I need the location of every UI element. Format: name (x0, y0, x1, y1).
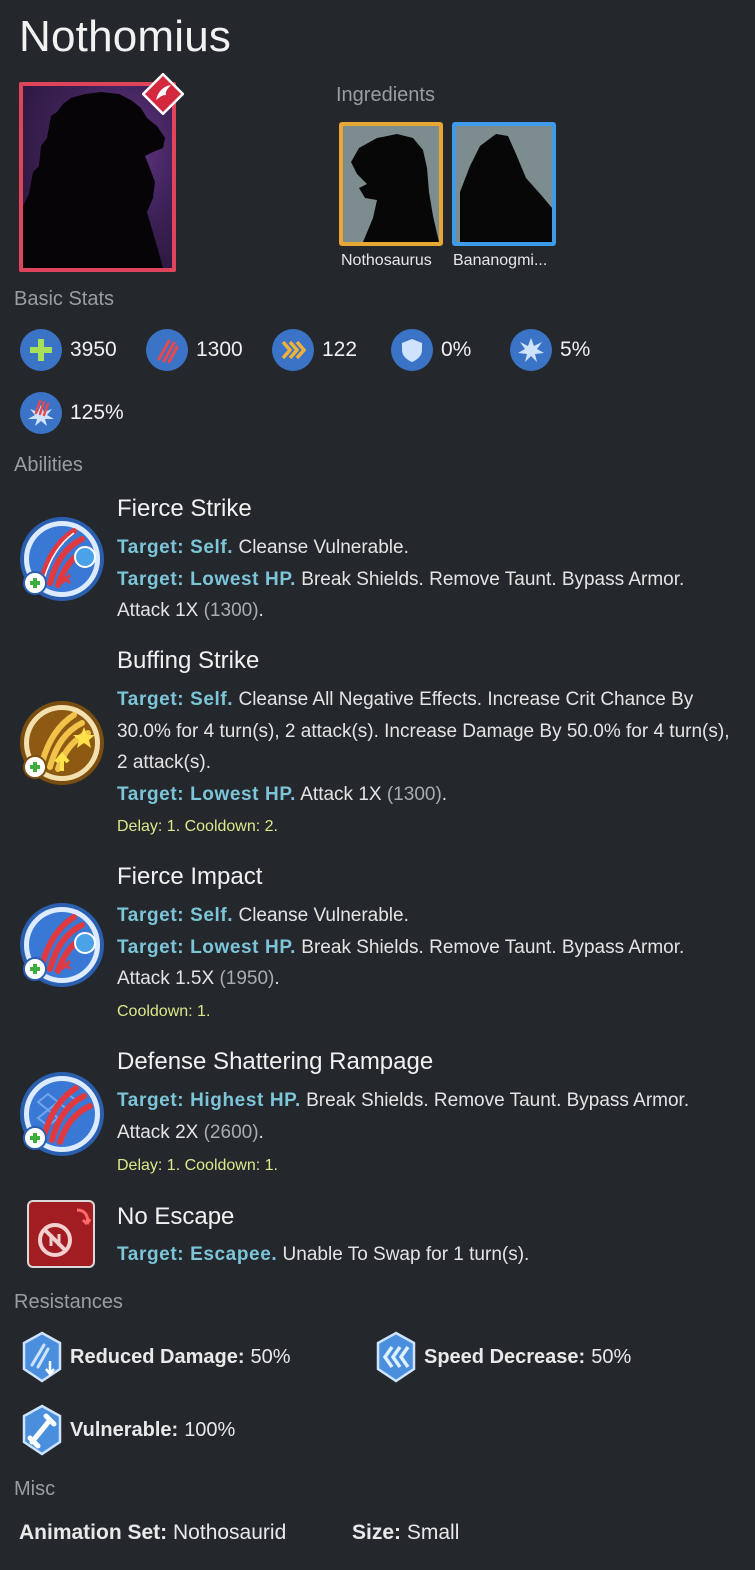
ability-effect-end: . (441, 783, 448, 805)
misc-label: Animation Set: (19, 1521, 174, 1544)
no-escape-icon[interactable] (27, 1200, 95, 1268)
stat-value: 3950 (70, 338, 117, 361)
basic-stats-heading: Basic Stats (14, 288, 115, 310)
resistances-heading: Resistances (14, 1291, 123, 1313)
resistance-value: 50% (250, 1345, 291, 1368)
ability-effect: Unable To Swap for 1 turn(s). (277, 1244, 530, 1265)
ability-name: Buffing Strike (117, 647, 260, 674)
ability-name: Fierce Strike (117, 495, 252, 522)
ability-effect: Cleanse Vulnerable. (233, 537, 409, 558)
ingredient-card-bananogmius[interactable] (452, 122, 556, 246)
ingredient-name: Bananogmi... (453, 252, 548, 269)
ability-target: Target: Self. (117, 905, 234, 926)
ability-name: No Escape (117, 1203, 235, 1230)
crit-burst-icon (510, 329, 552, 371)
speed-decrease-icon (376, 1331, 416, 1383)
misc-value: Small (406, 1521, 460, 1544)
ability-description: Target: Highest HP. Break Shields. Remov… (117, 1085, 732, 1148)
misc-animation-set: Animation Set: Nothosaurid (19, 1521, 286, 1545)
resistance-reduced-damage: Reduced Damage: 50% (20, 1331, 291, 1383)
ability-name: Defense Shattering Rampage (117, 1048, 434, 1075)
stat-health: 3950 (20, 329, 117, 371)
ingredient-silhouette (460, 134, 552, 242)
creature-name: Nothomius (19, 12, 232, 61)
ability-damage-number: (1950) (219, 968, 275, 989)
ability-effect-end: . (258, 1121, 264, 1143)
misc-value: Nothosaurid (173, 1521, 287, 1544)
abilities-heading: Abilities (14, 454, 83, 476)
ability-damage-number: (2600) (203, 1121, 259, 1143)
resistance-name: Reduced Damage: (70, 1345, 245, 1368)
stat-crit-multiplier: 125% (20, 392, 124, 434)
crit-multiplier-icon (20, 392, 62, 434)
ability-target: Target: Highest HP. (117, 1090, 301, 1111)
speed-chevrons-icon (272, 329, 314, 371)
buffing-strike-icon[interactable] (18, 701, 104, 787)
ingredient-name: Nothosaurus (341, 252, 432, 269)
ability-name: Fierce Impact (117, 863, 263, 890)
stat-value: 1300 (196, 338, 243, 361)
ability-timing: Delay: 1. Cooldown: 2. (117, 818, 278, 835)
ability-target: Target: Lowest HP. (117, 783, 297, 805)
ability-effect-end: . (274, 968, 280, 989)
ability-target: Target: Self. (117, 689, 234, 710)
fierce-strike-icon[interactable] (18, 517, 104, 603)
ability-description: Target: Self. Cleanse Vulnerable. Target… (117, 532, 732, 627)
stat-damage: 1300 (146, 329, 243, 371)
ingredients-heading: Ingredients (336, 84, 435, 106)
stat-speed: 122 (272, 329, 357, 371)
ability-damage-number: (1300) (203, 600, 259, 621)
misc-heading: Misc (14, 1478, 56, 1500)
resistance-name: Vulnerable: (70, 1418, 179, 1441)
armor-shield-icon (391, 329, 433, 371)
vulnerable-icon (22, 1404, 62, 1456)
rarity-badge-icon (141, 72, 185, 116)
ability-target: Target: Lowest HP. (117, 936, 297, 958)
fierce-impact-icon[interactable] (18, 903, 104, 989)
reduced-damage-icon (22, 1331, 62, 1383)
resistance-value: 100% (184, 1418, 236, 1441)
resistance-vulnerable: Vulnerable: 100% (20, 1404, 235, 1456)
ability-effect: Cleanse Vulnerable. (233, 905, 409, 926)
ingredient-silhouette (351, 134, 439, 242)
stat-value: 5% (560, 338, 591, 361)
resistance-value: 50% (591, 1345, 632, 1368)
ability-description: Target: Escapee. Unable To Swap for 1 tu… (117, 1239, 732, 1271)
ingredient-card-nothosaurus[interactable] (339, 122, 443, 246)
stat-value: 122 (322, 338, 358, 361)
resistance-name: Speed Decrease: (424, 1345, 586, 1368)
misc-size: Size: Small (352, 1521, 459, 1545)
ability-timing: Cooldown: 1. (117, 1003, 211, 1020)
ability-target: Target: Escapee. (117, 1244, 278, 1265)
ability-description: Target: Self. Cleanse Vulnerable. Target… (117, 900, 732, 995)
misc-label: Size: (352, 1521, 407, 1544)
resistance-speed-decrease: Speed Decrease: 50% (374, 1331, 631, 1383)
ability-damage-number: (1300) (386, 783, 442, 805)
ability-description: Target: Self. Cleanse All Negative Effec… (117, 684, 732, 810)
stat-value: 0% (441, 338, 472, 361)
ability-effect: Attack 1X (296, 783, 387, 805)
ability-target: Target: Self. (117, 537, 234, 558)
ability-target: Target: Lowest HP. (117, 568, 297, 590)
damage-claw-icon (146, 329, 188, 371)
defense-shattering-rampage-icon[interactable] (18, 1072, 104, 1158)
ability-timing: Delay: 1. Cooldown: 1. (117, 1157, 278, 1174)
stat-crit-chance: 5% (510, 329, 590, 371)
stat-armor: 0% (391, 329, 471, 371)
stat-value: 125% (70, 401, 124, 424)
health-icon (20, 329, 62, 371)
ability-effect-end: . (258, 600, 264, 621)
